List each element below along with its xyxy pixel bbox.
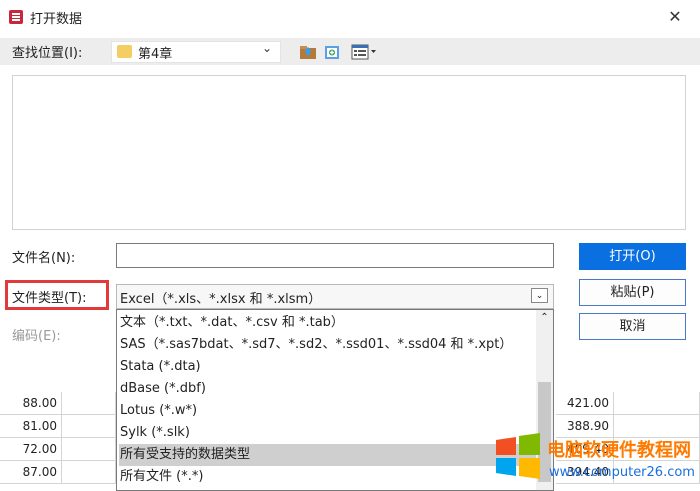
dialog-titlebar — [0, 0, 700, 34]
sheet-cell — [614, 415, 700, 438]
chevron-down-icon[interactable]: ⌄ — [531, 288, 548, 303]
look-in-value: 第4章 — [138, 47, 173, 62]
chevron-down-icon[interactable]: ⌄ — [262, 41, 272, 55]
file-type-option[interactable]: Sylk (*.slk) — [119, 422, 538, 444]
watermark-title: 电脑软硬件教程网 — [547, 440, 691, 461]
file-list[interactable] — [12, 75, 686, 230]
file-type-option[interactable]: Lotus (*.w*) — [119, 400, 538, 422]
sheet-cell: 421.00 — [556, 392, 614, 415]
file-type-option[interactable]: 文本（*.txt、*.dat、*.csv 和 *.tab） — [119, 312, 538, 334]
up-folder-icon[interactable] — [299, 43, 317, 60]
cancel-button[interactable]: 取消 — [579, 313, 686, 340]
sheet-cell: 72.00 — [0, 438, 62, 461]
new-folder-icon[interactable] — [324, 43, 342, 60]
app-icon — [9, 10, 23, 24]
file-type-option[interactable]: SAS（*.sas7bdat、*.sd7、*.sd2、*.ssd01、*.ssd… — [119, 334, 538, 356]
file-type-option[interactable]: Stata (*.dta) — [119, 356, 538, 378]
look-in-bar — [0, 38, 700, 65]
file-type-option[interactable]: dBase (*.dbf) — [119, 378, 538, 400]
file-type-value: Excel（*.xls、*.xlsx 和 *.xlsm） — [120, 292, 322, 307]
close-button[interactable]: ✕ — [662, 5, 688, 29]
file-type-dropdown: 文本（*.txt、*.dat、*.csv 和 *.tab） SAS（*.sas7… — [116, 309, 554, 491]
view-menu-icon[interactable] — [351, 44, 377, 60]
sheet-cell — [62, 392, 116, 415]
sheet-cell — [614, 392, 700, 415]
dialog-title: 打开数据 — [30, 12, 83, 27]
file-type-option-selected[interactable]: 所有受支持的数据类型 — [119, 444, 538, 466]
paste-button[interactable]: 粘贴(P) — [579, 279, 686, 306]
sheet-cell — [62, 415, 116, 438]
file-type-option[interactable]: 所有文件 (*.*) — [119, 466, 538, 488]
watermark-url: www.computer26.com — [549, 465, 695, 480]
sheet-cell: 88.00 — [0, 392, 62, 415]
windows-logo-icon — [496, 433, 540, 479]
file-name-input[interactable] — [116, 243, 554, 268]
scroll-up-icon[interactable]: ⌃ — [537, 311, 552, 325]
sheet-cell: 81.00 — [0, 415, 62, 438]
sheet-cell — [62, 461, 116, 484]
file-type-label: 文件类型(T): — [12, 291, 87, 306]
look-in-label: 查找位置(I): — [12, 46, 83, 61]
look-in-select[interactable] — [111, 41, 281, 63]
sheet-cell — [62, 438, 116, 461]
folder-icon — [117, 45, 132, 58]
file-name-label: 文件名(N): — [12, 251, 76, 266]
sheet-cell: 388.90 — [556, 415, 614, 438]
encoding-label: 编码(E): — [12, 329, 61, 344]
sheet-cell: 87.00 — [0, 461, 62, 484]
open-button[interactable]: 打开(O) — [579, 243, 686, 270]
